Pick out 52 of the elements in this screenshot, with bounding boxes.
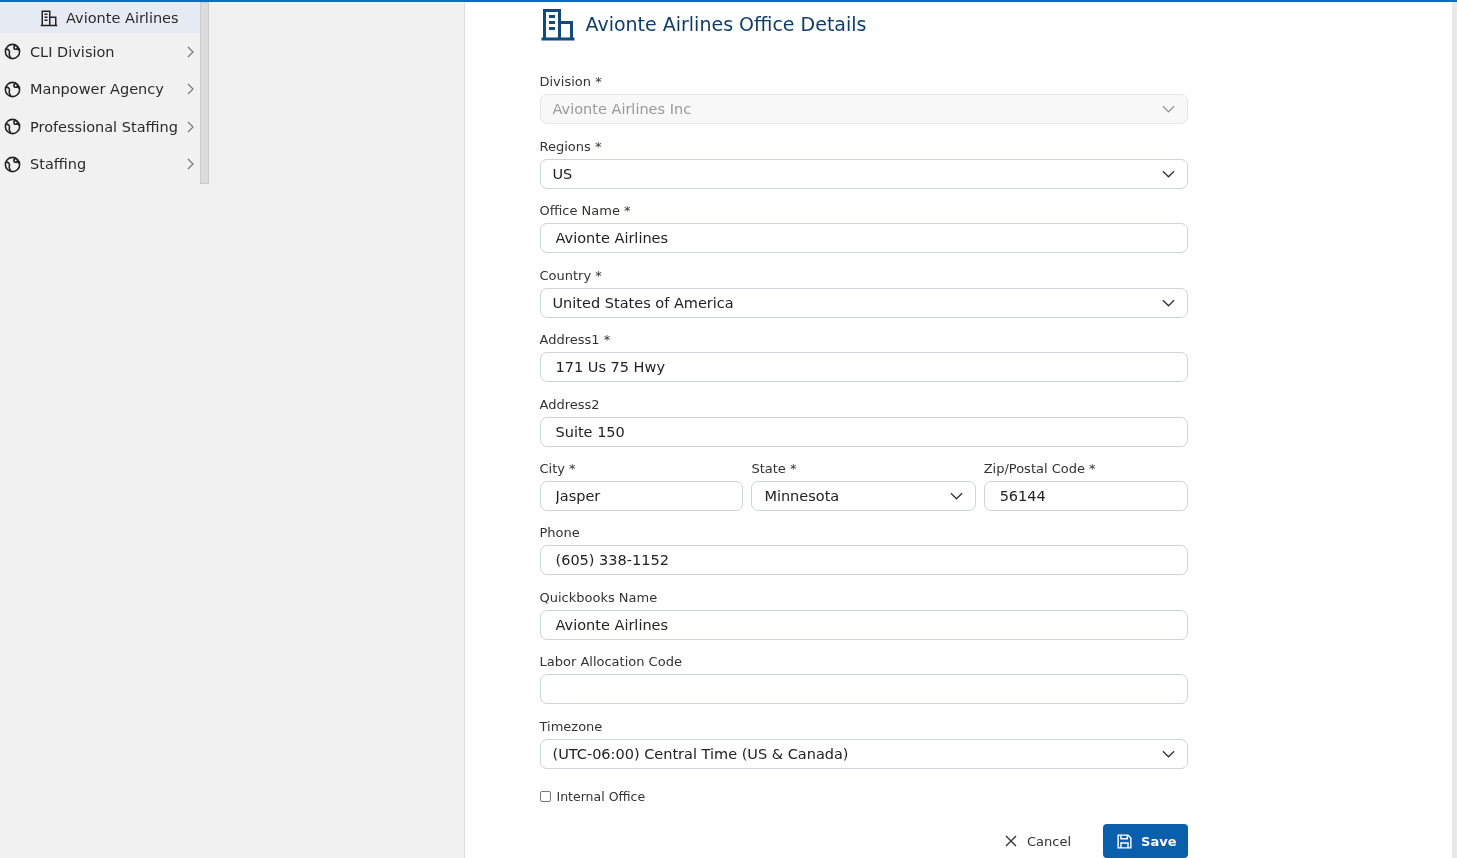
cancel-button[interactable]: Cancel bbox=[999, 832, 1078, 850]
text-field[interactable]: Suite 150 bbox=[539, 416, 1188, 447]
field-label: Phone bbox=[539, 525, 581, 542]
dropdown-field[interactable]: Minnesota bbox=[751, 481, 976, 511]
field-label: Address1 * bbox=[539, 332, 612, 349]
field-label: City * bbox=[539, 461, 577, 478]
text-field[interactable] bbox=[539, 674, 1188, 704]
text-field[interactable]: Jasper bbox=[539, 481, 744, 511]
dropdown-field[interactable]: US bbox=[539, 158, 1188, 189]
field-label: Quickbooks Name bbox=[539, 589, 659, 607]
text-field[interactable]: 171 Us 75 Hwy bbox=[539, 352, 1188, 382]
field-label: Address2 bbox=[539, 396, 601, 414]
save-button[interactable]: Save bbox=[1103, 824, 1188, 858]
sidebar-item[interactable]: Avionte Airlines bbox=[0, 2, 200, 33]
close-icon bbox=[1005, 835, 1017, 847]
field-label: Regions * bbox=[539, 138, 603, 156]
scrollbar[interactable] bbox=[200, 2, 209, 184]
chevron-right-icon bbox=[187, 45, 194, 58]
field-label: Office Name * bbox=[539, 203, 632, 220]
globe-pin-icon bbox=[3, 79, 22, 99]
chevron-down-icon bbox=[949, 492, 963, 500]
text-field[interactable]: 56144 bbox=[983, 481, 1188, 511]
dropdown-field[interactable]: United States of America bbox=[539, 287, 1188, 318]
sidebar-item[interactable]: Staffing bbox=[0, 145, 200, 183]
field-label: Zip/Postal Code * bbox=[983, 461, 1097, 478]
text-field[interactable]: Avionte Airlines bbox=[539, 223, 1188, 253]
globe-pin-icon bbox=[3, 154, 22, 174]
building-icon bbox=[539, 6, 576, 42]
chevron-right-icon bbox=[187, 120, 194, 133]
sidebar-item[interactable]: Professional Staffing bbox=[0, 108, 200, 146]
field-label: Labor Allocation Code bbox=[539, 654, 683, 671]
dropdown-field[interactable]: (UTC-06:00) Central Time (US & Canada) bbox=[539, 738, 1188, 769]
chevron-down-icon bbox=[1161, 749, 1175, 758]
chevron-right-icon bbox=[187, 83, 194, 96]
globe-pin-icon bbox=[3, 42, 22, 62]
checkbox-label: Internal Office bbox=[556, 789, 646, 804]
chevron-right-icon bbox=[187, 158, 194, 171]
page-title: Avionte Airlines Office Details bbox=[585, 13, 867, 35]
text-field[interactable]: (605) 338-1152 bbox=[539, 545, 1188, 575]
text-field[interactable]: Avionte Airlines bbox=[539, 609, 1188, 640]
chevron-down-icon bbox=[1161, 105, 1175, 113]
globe-pin-icon bbox=[3, 117, 22, 137]
field-label: State * bbox=[751, 461, 798, 478]
field-label: Division * bbox=[539, 74, 603, 91]
sidebar-item[interactable]: CLI Division bbox=[0, 33, 200, 71]
field-label: Country * bbox=[539, 267, 603, 285]
building-icon bbox=[40, 8, 58, 27]
chevron-down-icon bbox=[1161, 298, 1175, 307]
chevron-down-icon bbox=[1161, 169, 1175, 178]
field-label: Timezone bbox=[539, 718, 604, 736]
checkbox[interactable] bbox=[539, 791, 551, 802]
sidebar-item[interactable]: Manpower Agency bbox=[0, 70, 200, 108]
